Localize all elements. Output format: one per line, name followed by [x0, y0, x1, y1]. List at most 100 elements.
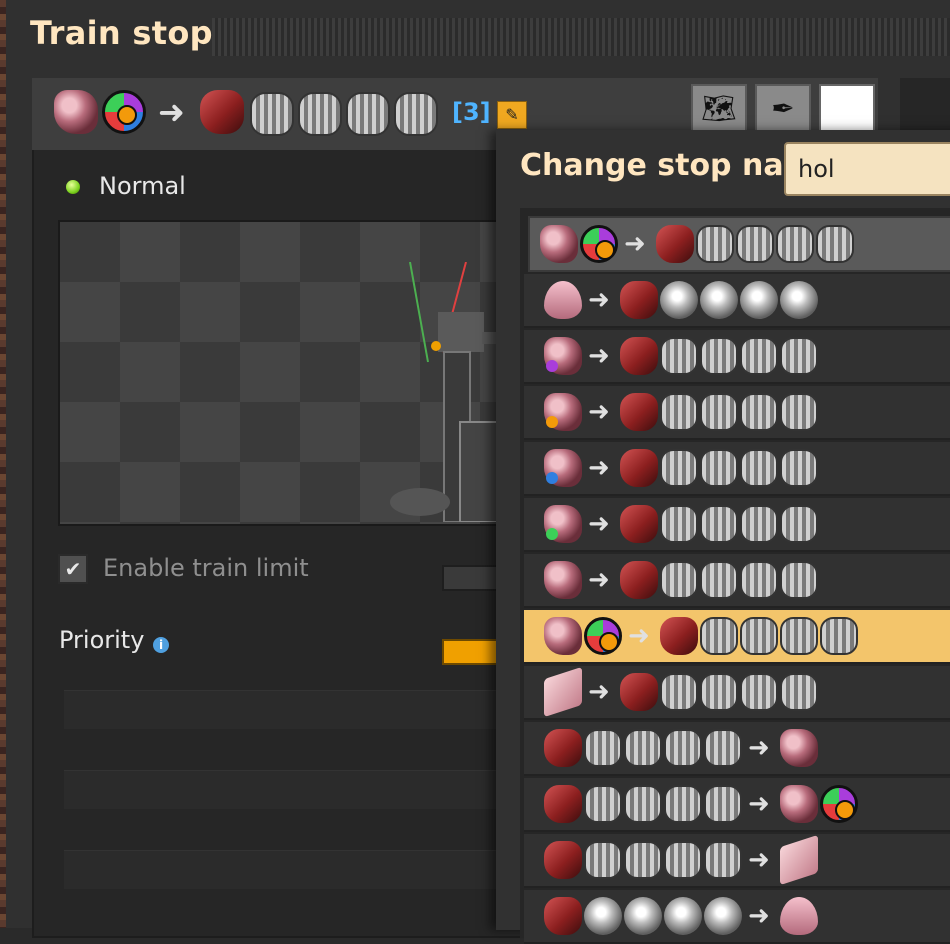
rock-icon: [544, 617, 582, 655]
tank-wagon-icon: [700, 281, 738, 319]
wagon-icon: [780, 561, 818, 599]
locomotive-icon: [620, 449, 658, 487]
wagon-icon: [660, 449, 698, 487]
map-button[interactable]: 🗺: [691, 84, 747, 136]
train-limit-slider[interactable]: [442, 565, 502, 591]
stop-name-row[interactable]: ➜: [524, 274, 950, 328]
drag-handle[interactable]: [212, 18, 950, 56]
wagon-icon: [740, 561, 778, 599]
drop-icon: [544, 281, 582, 319]
wagon-icon: [820, 617, 858, 655]
wagon-icon: [346, 92, 390, 136]
stop-name-row-selected[interactable]: ➜: [524, 610, 950, 664]
tank-wagon-icon: [780, 281, 818, 319]
wagon-icon: [584, 841, 622, 879]
priority-slider[interactable]: [442, 639, 502, 665]
locomotive-icon: [656, 225, 694, 263]
stop-name-row[interactable]: ➜: [524, 834, 950, 888]
stop-name-row[interactable]: ➜: [524, 778, 950, 832]
empty-row: [64, 690, 498, 729]
wagon-icon: [780, 505, 818, 543]
pencil-icon: ✎: [505, 105, 519, 124]
flower-icon: [580, 225, 618, 263]
tank-wagon-icon: [704, 897, 742, 935]
enable-train-limit-label: Enable train limit: [103, 554, 309, 582]
stop-name-row[interactable]: ➜: [524, 330, 950, 384]
locomotive-icon: [620, 337, 658, 375]
rock-icon: [540, 225, 578, 263]
train-stop-window: Train stop ➜ [3] ✎ 🗺 ✒ Normal ✔ Enable t…: [6, 0, 950, 944]
color-picker-button[interactable]: ✒: [755, 84, 811, 136]
arrow-right-icon: ➜: [588, 677, 610, 707]
rock-icon: [780, 785, 818, 823]
locomotive-icon: [660, 617, 698, 655]
stop-name-row[interactable]: ➜: [524, 722, 950, 776]
title-bar[interactable]: Train stop: [6, 0, 950, 72]
wagon-icon: [780, 393, 818, 431]
rename-button[interactable]: ✎: [497, 101, 527, 129]
wagon-icon: [776, 225, 814, 263]
stop-name-row[interactable]: ➜: [524, 442, 950, 496]
flower-icon: [584, 617, 622, 655]
locomotive-icon: [544, 729, 582, 767]
arrow-right-icon: ➜: [624, 229, 646, 259]
train-stop-preview-icon: [390, 262, 496, 522]
arrow-right-icon: ➜: [588, 453, 610, 483]
wagon-icon: [584, 729, 622, 767]
wagon-icon: [624, 729, 662, 767]
wagon-icon: [696, 225, 734, 263]
wagon-icon: [740, 449, 778, 487]
info-icon[interactable]: i: [153, 637, 169, 653]
wagon-icon: [780, 337, 818, 375]
popup-title: Change stop nan: [520, 148, 805, 183]
stop-name-row[interactable]: ➜: [524, 386, 950, 440]
arrow-right-icon: ➜: [588, 285, 610, 315]
stop-name-row[interactable]: ➜: [524, 554, 950, 608]
wagon-icon: [660, 505, 698, 543]
rock-icon: [544, 561, 582, 599]
wagon-icon: [740, 505, 778, 543]
enable-train-limit-checkbox[interactable]: ✔: [58, 554, 88, 584]
arrow-right-icon: ➜: [748, 845, 770, 875]
color-badge-icon: [546, 360, 558, 372]
wagon-icon: [700, 505, 738, 543]
arrow-right-icon: ➜: [628, 621, 650, 651]
stop-name-row[interactable]: ➜: [528, 216, 950, 272]
window-title: Train stop: [30, 14, 213, 52]
wagon-icon: [700, 393, 738, 431]
map-icon: 🗺: [701, 92, 737, 125]
entity-preview[interactable]: [58, 220, 498, 526]
locomotive-icon: [200, 90, 244, 134]
status-text: Normal: [99, 172, 186, 200]
color-swatch[interactable]: [819, 84, 875, 136]
stop-name-list: ➜ ➜ ➜ ➜ ➜ ➜ ➜ ➜ ➜ ➜ ➜ ➜ ➜: [520, 208, 950, 944]
drop-icon: [780, 897, 818, 935]
locomotive-icon: [620, 393, 658, 431]
arrow-right-icon: ➜: [588, 565, 610, 595]
status-led-icon: [66, 180, 80, 194]
wagon-icon: [704, 841, 742, 879]
stop-name-row[interactable]: ➜: [524, 890, 950, 944]
stop-name-row[interactable]: ➜: [524, 498, 950, 552]
stop-name-input[interactable]: [784, 142, 950, 196]
wagon-icon: [250, 92, 294, 136]
plate-icon: [780, 834, 818, 886]
check-icon: ✔: [64, 557, 82, 581]
arrow-right-icon: ➜: [158, 93, 185, 131]
wagon-icon: [394, 92, 438, 136]
stop-name-row[interactable]: ➜: [524, 666, 950, 720]
wagon-icon: [700, 673, 738, 711]
color-badge-icon: [546, 416, 558, 428]
color-badge-icon: [546, 528, 558, 540]
priority-label: Priority: [59, 626, 145, 654]
flower-icon: [102, 90, 146, 134]
wagon-icon: [584, 785, 622, 823]
plate-icon: [544, 666, 582, 718]
locomotive-icon: [620, 673, 658, 711]
wagon-icon: [660, 393, 698, 431]
locomotive-icon: [620, 281, 658, 319]
wagon-icon: [700, 449, 738, 487]
locomotive-icon: [620, 505, 658, 543]
rock-icon: [780, 729, 818, 767]
wagon-icon: [780, 449, 818, 487]
